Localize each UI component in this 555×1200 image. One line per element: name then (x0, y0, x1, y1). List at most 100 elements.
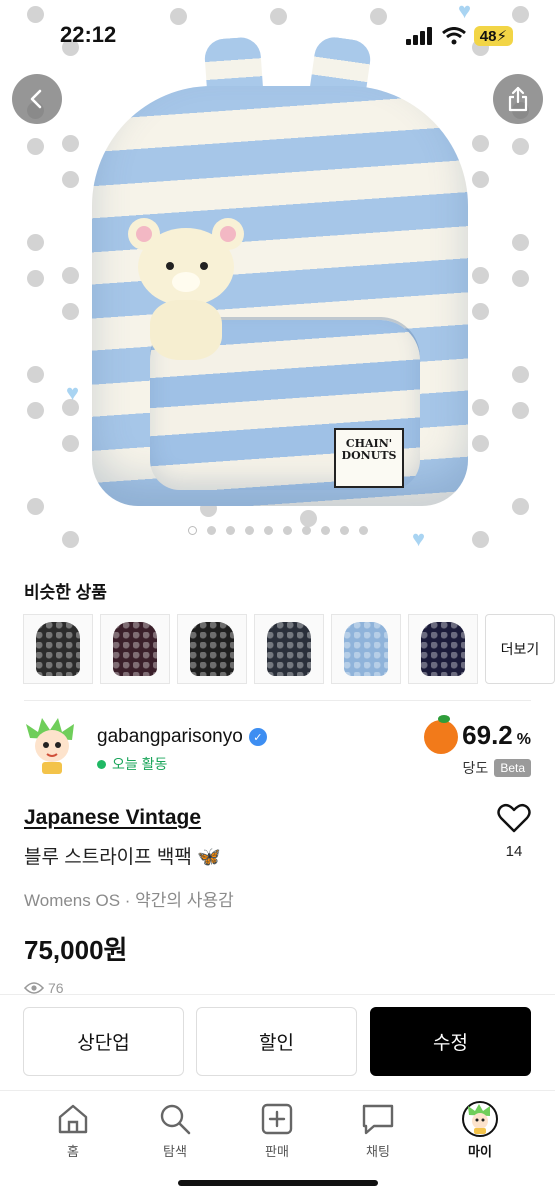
pattern-dot (27, 270, 44, 287)
home-icon (58, 1104, 88, 1134)
pattern-dot (62, 303, 79, 320)
pattern-dot (472, 267, 489, 284)
carousel-dot[interactable] (282, 526, 292, 535)
pattern-dot (472, 303, 489, 320)
pattern-heart: ♥ (458, 0, 472, 23)
carousel-dot[interactable] (244, 526, 254, 535)
pattern-dot (27, 234, 44, 251)
chevron-left-icon (30, 89, 42, 109)
pattern-dot (472, 435, 489, 452)
plus-square-icon (261, 1103, 293, 1135)
beta-badge: Beta (494, 759, 531, 777)
carousel-indicators (0, 526, 555, 535)
pattern-dot (27, 366, 44, 383)
pattern-dot (472, 399, 489, 416)
nav-sell[interactable]: 판매 (232, 1101, 322, 1160)
action-bar: 상단업 할인 수정 (0, 994, 555, 1090)
similar-products-row: 더보기 (23, 614, 555, 684)
pattern-dot (472, 135, 489, 152)
pattern-dot (62, 171, 79, 188)
carousel-dot[interactable] (187, 526, 197, 535)
nav-my[interactable]: 마이 (435, 1101, 525, 1160)
pattern-dot (512, 234, 529, 251)
share-button[interactable] (493, 74, 543, 124)
similar-product-thumb[interactable] (177, 614, 247, 684)
profile-avatar-icon (462, 1101, 498, 1137)
status-bar: 22:12 48⚡ (0, 22, 555, 52)
verified-check-icon: ✓ (248, 728, 267, 746)
edit-button[interactable]: 수정 (370, 1007, 531, 1076)
wifi-icon (441, 27, 466, 45)
thumb-image (344, 622, 388, 676)
carousel-dot[interactable] (358, 526, 368, 535)
pattern-dot (300, 510, 317, 527)
discount-button[interactable]: 할인 (196, 1007, 357, 1076)
online-dot-icon (97, 759, 106, 769)
pattern-dot (512, 138, 529, 155)
similar-product-thumb[interactable] (331, 614, 401, 684)
seller-score[interactable]: 69.2 % (424, 715, 531, 754)
carousel-dot[interactable] (320, 526, 330, 535)
bear-keychain (128, 214, 244, 364)
similar-section-title: 비슷한 상품 (24, 583, 107, 602)
nav-chat[interactable]: 채팅 (333, 1101, 423, 1160)
product-title: 블루 스트라이프 백팩 🦋 (24, 847, 221, 868)
status-time: 22:12 (60, 22, 117, 47)
pattern-heart: ♥ (66, 380, 80, 405)
product-image-carousel[interactable]: ♥ ♥ ♥ CHAIN' DONUTS 22:12 48⚡ (0, 0, 555, 560)
carousel-dot[interactable] (263, 526, 273, 535)
eye-icon (24, 982, 44, 994)
seller-score-label: 당도 Beta (463, 758, 531, 778)
seller-activity-status: 오늘 활동 (97, 754, 167, 774)
carousel-dot[interactable] (301, 526, 311, 535)
share-icon (508, 86, 528, 112)
seller-avatar[interactable] (24, 716, 80, 776)
bump-button[interactable]: 상단업 (23, 1007, 184, 1076)
like-count: 14 (505, 843, 523, 860)
pattern-dot (62, 135, 79, 152)
back-button[interactable] (12, 74, 62, 124)
similar-product-thumb[interactable] (23, 614, 93, 684)
pattern-dot (472, 171, 489, 188)
pattern-dot (512, 366, 529, 383)
thumb-image (190, 622, 234, 676)
product-meta: Womens OS · 약간의 사용감 (24, 891, 234, 910)
search-icon (160, 1104, 191, 1135)
similar-product-thumb[interactable] (254, 614, 324, 684)
thumb-image (421, 622, 465, 676)
seller-name-text: gabangparisonyo (97, 726, 243, 747)
battery-icon: 48⚡ (473, 26, 513, 46)
heart-icon (497, 803, 531, 833)
chat-icon (362, 1104, 394, 1135)
pattern-dot (512, 6, 529, 23)
similar-product-thumb[interactable] (100, 614, 170, 684)
pattern-dot (62, 267, 79, 284)
orange-icon (424, 715, 459, 754)
signal-icon (405, 27, 432, 45)
nav-home[interactable]: 홈 (28, 1101, 118, 1160)
thumb-image (36, 622, 80, 676)
pattern-dot (512, 270, 529, 287)
backpack-label: CHAIN' DONUTS (334, 428, 404, 488)
thumb-image (113, 622, 157, 676)
thumb-image (267, 622, 311, 676)
home-indicator (178, 1180, 378, 1186)
pattern-dot (27, 6, 44, 23)
pattern-dot (512, 498, 529, 515)
nav-search[interactable]: 탐색 (130, 1101, 220, 1160)
pattern-dot (27, 402, 44, 419)
pattern-dot (512, 402, 529, 419)
pattern-dot (62, 435, 79, 452)
pattern-dot (27, 498, 44, 515)
similar-more-button[interactable]: 더보기 (485, 614, 555, 684)
divider (24, 700, 531, 701)
carousel-dot[interactable] (339, 526, 349, 535)
pattern-dot (27, 138, 44, 155)
product-brand-link[interactable]: Japanese Vintage (24, 806, 201, 830)
product-price: 75,000원 (24, 935, 128, 965)
like-button[interactable]: 14 (494, 802, 534, 860)
seller-name[interactable]: gabangparisonyo ✓ (97, 726, 267, 748)
carousel-dot[interactable] (225, 526, 235, 535)
carousel-dot[interactable] (206, 526, 216, 535)
similar-product-thumb[interactable] (408, 614, 478, 684)
